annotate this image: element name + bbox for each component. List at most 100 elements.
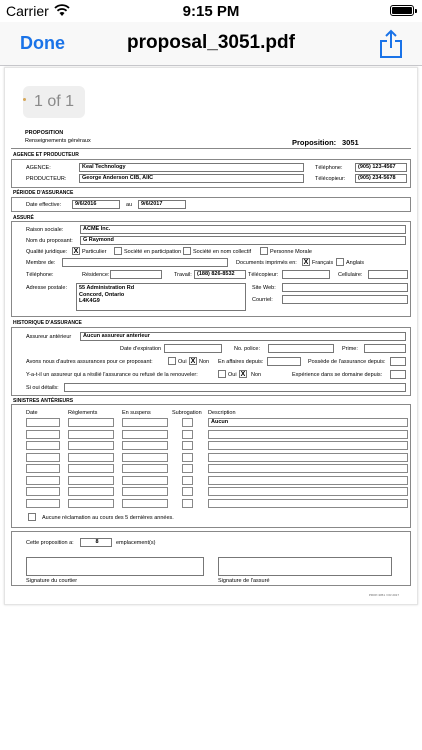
claim-subrogation-cell[interactable]	[182, 452, 193, 462]
claim-reglements-cell[interactable]	[68, 498, 114, 508]
adresse-label: Adresse postale:	[26, 285, 67, 291]
raison-sociale-field[interactable]: ACME Inc.	[80, 225, 406, 234]
agence-fax-field[interactable]: (905) 234-5678	[355, 174, 407, 183]
claim-suspens-cell[interactable]	[122, 464, 168, 473]
claim-date-cell[interactable]	[26, 441, 60, 450]
au-label: au	[126, 202, 133, 208]
claim-suspens-cell[interactable]	[122, 441, 168, 450]
resilie-non-checkbox[interactable]: X	[239, 370, 247, 378]
claim-suspens-cell[interactable]	[122, 498, 168, 508]
experience-field[interactable]	[390, 370, 406, 379]
police-field[interactable]	[268, 344, 334, 353]
claim-reglements-cell[interactable]	[68, 429, 114, 439]
claim-date-cell[interactable]	[26, 429, 60, 439]
claim-date-cell[interactable]	[26, 498, 60, 508]
claim-subrogation-cell[interactable]	[182, 498, 193, 508]
experience-label: Expérience dans se domaine depuis:	[292, 372, 383, 378]
claim-reglements-cell[interactable]	[68, 464, 114, 473]
claim-suspens-cell[interactable]	[122, 429, 168, 439]
effective-date-field[interactable]: 9/6/2016	[72, 200, 120, 209]
claim-date-cell[interactable]	[26, 464, 60, 473]
affaires-depuis-label: En affaires depuis:	[218, 359, 264, 365]
claim-subrogation-cell[interactable]	[182, 418, 193, 427]
autres-non-checkbox[interactable]: X	[189, 357, 197, 365]
claim-subrogation-cell[interactable]	[182, 475, 193, 485]
claim-description-cell[interactable]	[208, 464, 408, 473]
claim-suspens-cell[interactable]	[122, 418, 168, 427]
claim-subrogation-cell[interactable]	[182, 464, 193, 473]
residence-field[interactable]	[110, 270, 162, 279]
adresse-field[interactable]: 55 Administration Rd Concord, Ontario L4…	[76, 283, 246, 311]
collectif-checkbox[interactable]	[183, 247, 191, 255]
aucune-reclamation-checkbox[interactable]	[28, 513, 36, 521]
travail-field[interactable]: (188) 826-8532	[194, 270, 246, 279]
courriel-field[interactable]	[282, 295, 408, 304]
morale-checkbox[interactable]	[260, 247, 268, 255]
autres-non-label: Non	[199, 359, 210, 365]
assureur-anterieur-label: Assureur antérieur	[26, 334, 72, 340]
claim-description-cell[interactable]	[208, 475, 408, 485]
particulier-label: Particulier	[82, 249, 107, 255]
claim-description-cell[interactable]	[208, 452, 408, 462]
resilie-oui-checkbox[interactable]	[218, 370, 226, 378]
signature-assure-field[interactable]	[218, 557, 392, 576]
claim-reglements-cell[interactable]	[68, 441, 114, 450]
expiration-field[interactable]	[164, 344, 222, 353]
claim-subrogation-cell[interactable]	[182, 487, 193, 496]
agence-telephone-field[interactable]: (905) 123-4567	[355, 163, 407, 172]
battery-icon	[390, 5, 417, 16]
subtitle-text: Renseignements généraux	[25, 138, 91, 144]
pdf-viewer[interactable]: PROPOSITION Renseignements généraux Prop…	[0, 67, 422, 750]
claim-reglements-cell[interactable]	[68, 475, 114, 485]
claim-suspens-cell[interactable]	[122, 475, 168, 485]
producteur-label: PRODUCTEUR:	[26, 176, 67, 182]
participation-checkbox[interactable]	[114, 247, 122, 255]
anglais-checkbox[interactable]	[336, 258, 344, 266]
claim-description-cell[interactable]	[208, 429, 408, 439]
signature-courtier-field[interactable]	[26, 557, 204, 576]
site-web-field[interactable]	[282, 283, 408, 292]
end-date-field[interactable]: 9/6/2017	[138, 200, 186, 209]
claim-suspens-cell[interactable]	[122, 487, 168, 496]
possede-depuis-field[interactable]	[390, 357, 406, 366]
francais-checkbox[interactable]: X	[302, 258, 310, 266]
claim-description-cell[interactable]	[208, 498, 408, 508]
claim-subrogation-cell[interactable]	[182, 429, 193, 439]
claim-date-cell[interactable]	[26, 418, 60, 427]
claim-subrogation-cell[interactable]	[182, 441, 193, 450]
claim-date-cell[interactable]	[26, 487, 60, 496]
signature-assure-label: Signature de l'assuré	[218, 578, 270, 584]
nom-proposant-field[interactable]: G Raymond	[80, 236, 406, 245]
agence-field[interactable]: Keal Technology	[79, 163, 304, 172]
prime-field[interactable]	[364, 344, 406, 353]
claim-reglements-cell[interactable]	[68, 452, 114, 462]
cette-proposition-label: Cette proposition a:	[26, 540, 74, 546]
emplacements-field[interactable]: 8	[80, 538, 112, 547]
claim-description-cell[interactable]	[208, 441, 408, 450]
affaires-depuis-field[interactable]	[267, 357, 301, 366]
documents-label: Documents imprimés en:	[236, 260, 297, 266]
membre-field[interactable]	[62, 258, 228, 267]
status-bar: Carrier 9:15 PM	[0, 0, 422, 22]
page-counter: 1 of 1	[23, 86, 85, 118]
cellulaire-field[interactable]	[368, 270, 408, 279]
claim-description-cell[interactable]	[208, 487, 408, 496]
assure-telephone-label: Téléphone:	[26, 272, 54, 278]
details-field[interactable]	[64, 383, 406, 392]
assure-fax-field[interactable]	[282, 270, 330, 279]
assureur-anterieur-field[interactable]: Aucun assureur anterieur	[80, 332, 406, 341]
claim-reglements-cell[interactable]	[68, 487, 114, 496]
claim-reglements-cell[interactable]	[68, 418, 114, 427]
claim-date-cell[interactable]	[26, 452, 60, 462]
claim-description-cell[interactable]: Aucun	[208, 418, 408, 427]
claim-date-cell[interactable]	[26, 475, 60, 485]
nom-proposant-label: Nom du proposant:	[26, 238, 73, 244]
participation-label: Société en participation	[124, 249, 182, 255]
francais-label: Français	[312, 260, 334, 266]
autres-oui-checkbox[interactable]	[168, 357, 176, 365]
producteur-field[interactable]: George Anderson CIB, AIIC	[79, 174, 304, 183]
claim-suspens-cell[interactable]	[122, 452, 168, 462]
share-icon[interactable]	[378, 29, 404, 59]
particulier-checkbox[interactable]: X	[72, 247, 80, 255]
divider	[11, 148, 411, 149]
